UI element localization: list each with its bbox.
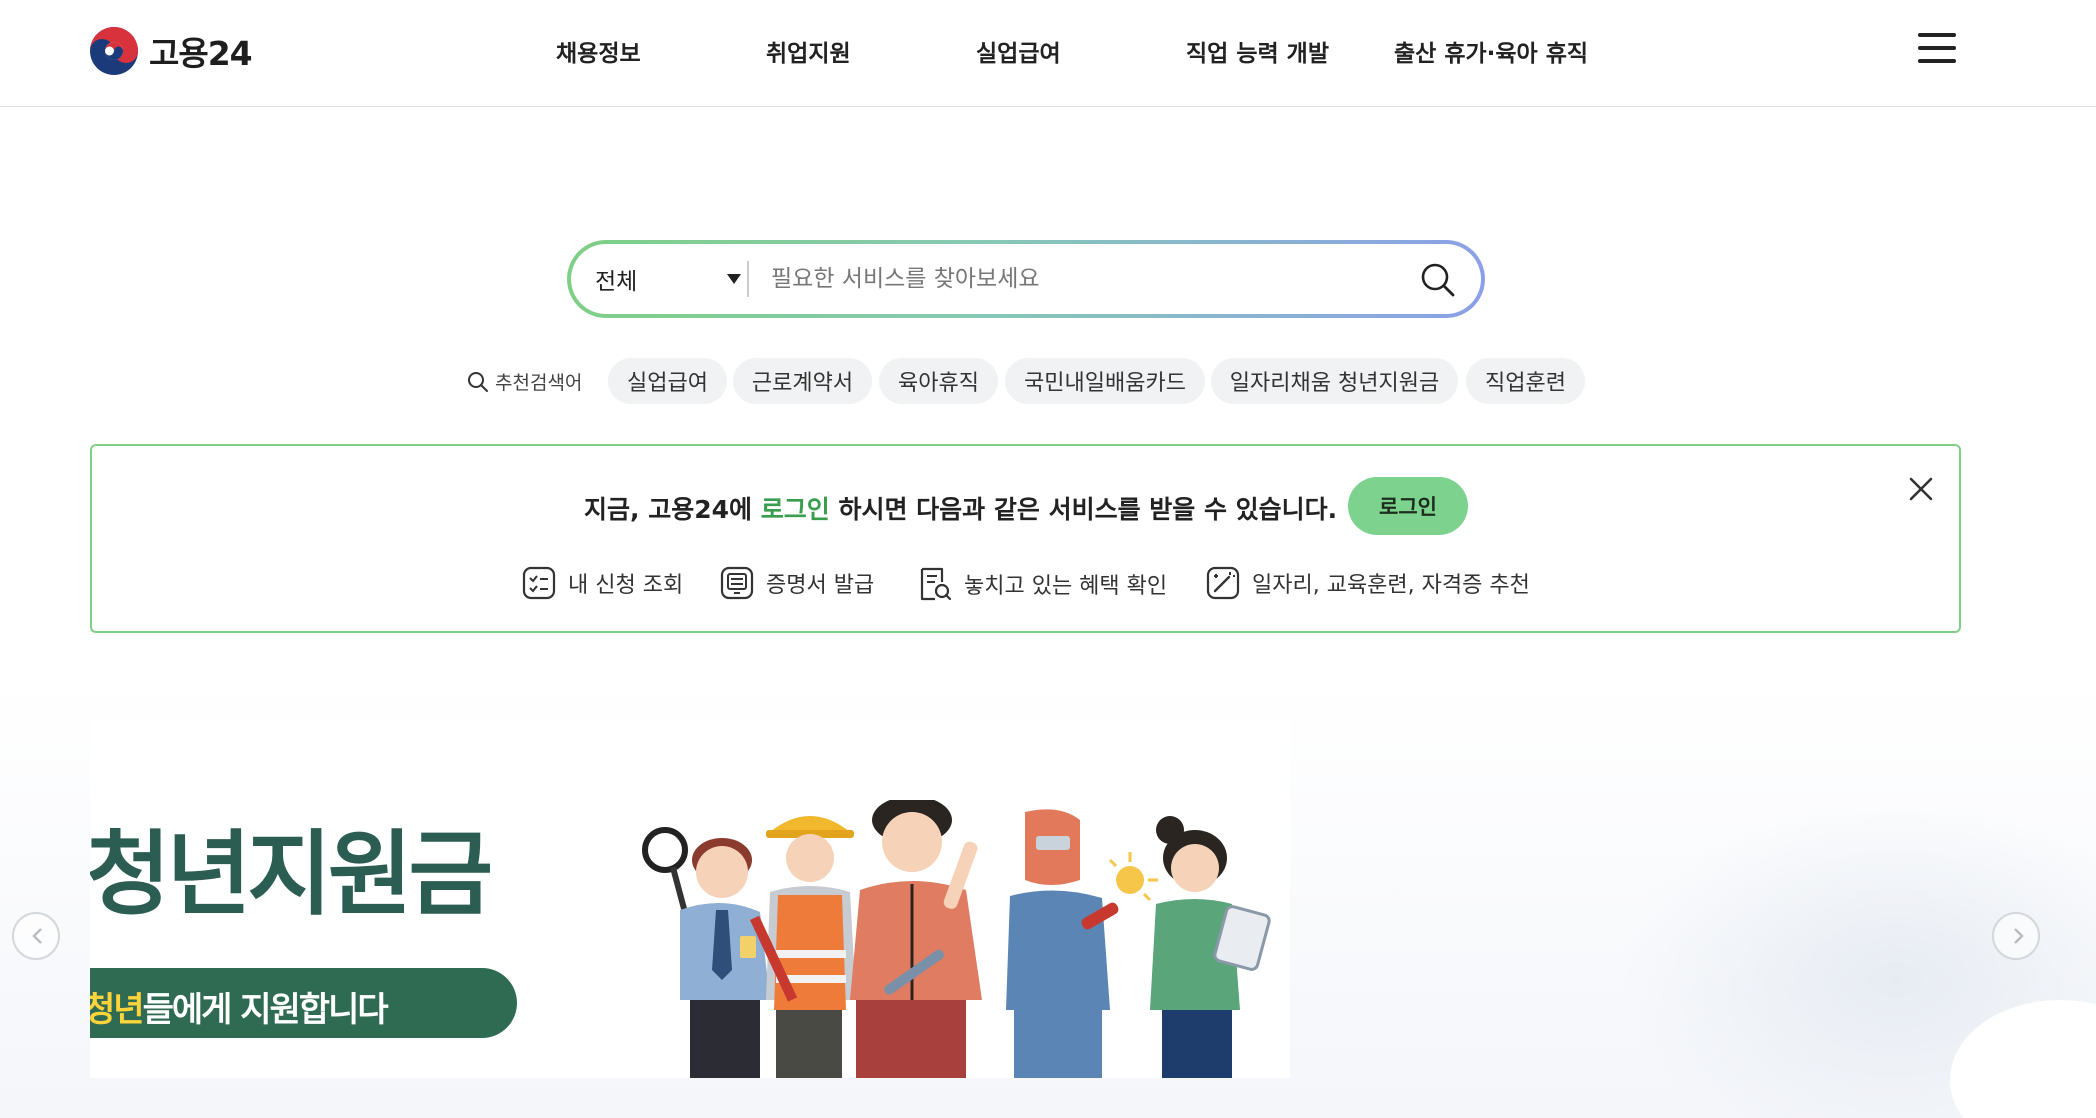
keyword-chip[interactable]: 직업훈련 <box>1466 358 1585 404</box>
search-icon <box>468 371 488 392</box>
divider <box>747 261 749 297</box>
search-bar: 전체 <box>567 240 1485 318</box>
slide-title: 청년지원금 <box>90 821 493 928</box>
search-scope-value: 전체 <box>595 269 638 295</box>
carousel-next-button[interactable] <box>1992 912 2040 960</box>
hero-carousel: 청년지원금 청년들에게 지원합니다 <box>0 680 2096 1118</box>
document-search-icon <box>920 567 952 601</box>
hamburger-menu-icon[interactable] <box>1918 33 1958 65</box>
nav-item-maternity-leave[interactable]: 출산 휴가·육아 휴직 <box>1394 34 1588 68</box>
magic-wand-icon <box>1206 566 1240 600</box>
search-input[interactable] <box>771 258 1391 300</box>
service-benefits-check[interactable]: 놓치고 있는 혜택 확인 <box>918 566 1167 602</box>
keyword-chip[interactable]: 근로계약서 <box>733 358 872 404</box>
login-banner: 지금, 고용24에 로그인 하시면 다음과 같은 서비스를 받을 수 있습니다.… <box>90 444 1961 633</box>
service-recommendations[interactable]: 일자리, 교육훈련, 자격증 추천 <box>1206 566 1530 600</box>
nav-item-employment-support[interactable]: 취업지원 <box>766 34 851 68</box>
taegeuk-logo-icon <box>90 27 138 75</box>
search-scope-select[interactable]: 전체 <box>595 244 745 314</box>
keyword-chip[interactable]: 일자리채움 청년지원금 <box>1211 358 1458 404</box>
search-icon[interactable] <box>1419 261 1457 299</box>
keyword-chip[interactable]: 국민내일배움카드 <box>1005 358 1205 404</box>
site-header: 고용24 채용정보 취업지원 실업급여 직업 능력 개발 출산 휴가·육아 휴직 <box>0 0 2096 107</box>
caret-down-icon <box>727 274 741 284</box>
workers-illustration <box>642 800 1271 1078</box>
checklist-icon <box>522 566 556 600</box>
slide-subtitle: 청년들에게 지원합니다 <box>90 990 389 1030</box>
logo-text: 고용24 <box>149 34 253 73</box>
service-my-applications[interactable]: 내 신청 조회 <box>522 566 683 600</box>
nav-item-jobs[interactable]: 채용정보 <box>556 34 641 68</box>
logo[interactable]: 고용24 <box>89 26 253 76</box>
recommended-label: 추천검색어 <box>467 368 582 395</box>
carousel-slide[interactable]: 청년지원금 청년들에게 지원합니다 <box>90 720 1290 1078</box>
recommended-keywords: 추천검색어 실업급여 근로계약서 육아휴직 국민내일배움카드 일자리채움 청년지… <box>0 358 2096 404</box>
chevron-left-icon <box>32 928 42 944</box>
certificate-icon <box>720 566 754 600</box>
nav-item-unemployment-benefits[interactable]: 실업급여 <box>976 34 1061 68</box>
login-button[interactable]: 로그인 <box>1348 477 1468 535</box>
keyword-chip[interactable]: 실업급여 <box>608 358 727 404</box>
chevron-right-icon <box>2014 928 2024 944</box>
login-highlight: 로그인 <box>760 495 830 524</box>
carousel-prev-button[interactable] <box>12 912 60 960</box>
keyword-chip[interactable]: 육아휴직 <box>879 358 998 404</box>
login-message: 지금, 고용24에 로그인 하시면 다음과 같은 서비스를 받을 수 있습니다. <box>584 495 1338 524</box>
close-icon[interactable] <box>1906 474 1936 504</box>
service-certificate[interactable]: 증명서 발급 <box>720 566 874 600</box>
nav-item-skill-development[interactable]: 직업 능력 개발 <box>1186 34 1329 68</box>
